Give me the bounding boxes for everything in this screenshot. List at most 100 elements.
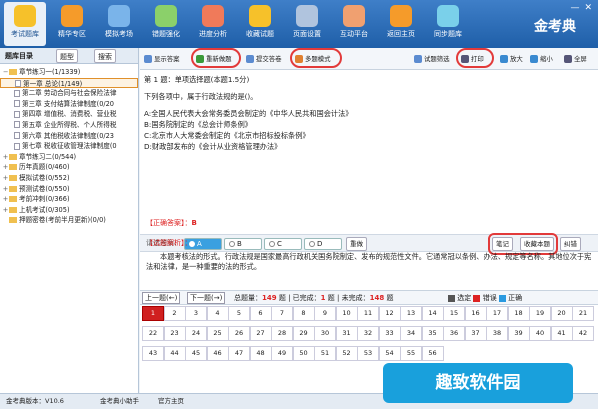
nav-book[interactable]: 考试题库 (4, 2, 46, 46)
question-number-cell[interactable]: 52 (335, 346, 358, 361)
assistant-link[interactable]: 金考典小助手 (100, 394, 139, 409)
tree-item[interactable]: 第七章 税收征收管理法律制度(0 (0, 141, 138, 152)
close-icon[interactable]: ✕ (584, 3, 592, 13)
prev-button[interactable]: 上一题(←) (142, 292, 181, 304)
filter-button[interactable]: 试题筛选 (412, 52, 452, 66)
fullscreen-button[interactable]: 全屏 (562, 52, 589, 66)
question-number-cell[interactable]: 46 (206, 346, 229, 361)
question-number-cell[interactable]: 22 (142, 326, 164, 341)
expand-toggle-icon[interactable]: + (2, 184, 9, 195)
expand-toggle-icon[interactable]: + (2, 205, 9, 216)
question-number-cell[interactable]: 32 (357, 326, 379, 341)
submit-button[interactable]: 提交答卷 (244, 52, 284, 66)
tree-item[interactable]: − 章节练习一(1/1339) (0, 67, 138, 78)
question-number-cell[interactable]: 36 (443, 326, 465, 341)
nav-monitor[interactable]: 模拟考场 (98, 2, 140, 46)
zoom-in-button[interactable]: 放大 (498, 52, 525, 66)
tab-search[interactable]: 搜索 (94, 49, 116, 63)
tree-item[interactable]: 押题密卷(考前半月更新)(0/0) (0, 215, 138, 226)
question-number-cell[interactable]: 56 (421, 346, 444, 361)
question-number-cell[interactable]: 20 (550, 306, 573, 321)
question-number-cell[interactable]: 28 (271, 326, 293, 341)
tab-type[interactable]: 题型 (56, 49, 78, 63)
question-number-cell[interactable]: 39 (507, 326, 530, 341)
tree-item[interactable]: 第二章 劳动合同与社会保险法律 (0, 88, 138, 99)
expand-toggle-icon[interactable]: + (2, 194, 9, 205)
question-number-cell[interactable]: 47 (228, 346, 250, 361)
nav-chart[interactable]: 进度分析 (192, 2, 234, 46)
nav-play[interactable]: 精华专区 (51, 2, 93, 46)
question-number-cell[interactable]: 5 (228, 306, 250, 321)
question-number-cell[interactable]: 41 (550, 326, 573, 341)
question-number-cell[interactable]: 15 (443, 306, 465, 321)
question-number-cell[interactable]: 24 (185, 326, 207, 341)
question-number-cell[interactable]: 23 (163, 326, 186, 341)
question-number-cell[interactable]: 7 (271, 306, 293, 321)
question-number-cell[interactable]: 26 (228, 326, 250, 341)
question-number-cell[interactable]: 12 (378, 306, 401, 321)
question-number-cell[interactable]: 35 (421, 326, 444, 341)
zoom-out-button[interactable]: 缩小 (528, 52, 555, 66)
question-number-cell[interactable]: 21 (572, 306, 594, 321)
tree-item[interactable]: 第五章 企业所得税、个人所得税 (0, 120, 138, 131)
question-number-cell[interactable]: 30 (314, 326, 336, 341)
question-number-cell[interactable]: 29 (292, 326, 315, 341)
tree-item[interactable]: + 预测试卷(0/550) (0, 184, 138, 195)
question-number-cell[interactable]: 45 (185, 346, 207, 361)
question-number-cell[interactable]: 9 (314, 306, 336, 321)
tree-item[interactable]: + 模拟试卷(0/552) (0, 173, 138, 184)
question-number-cell[interactable]: 10 (335, 306, 358, 321)
question-number-cell[interactable]: 42 (572, 326, 594, 341)
question-number-cell[interactable]: 33 (378, 326, 401, 341)
tree-item[interactable]: 第三章 支付结算法律制度(0/20 (0, 99, 138, 110)
question-number-cell[interactable]: 16 (464, 306, 487, 321)
question-number-cell[interactable]: 40 (529, 326, 551, 341)
expand-toggle-icon[interactable]: + (2, 173, 9, 184)
tree-item[interactable]: 第四章 增值税、消费税、营业税 (0, 109, 138, 120)
nav-home[interactable]: 返回主页 (380, 2, 422, 46)
question-number-cell[interactable]: 27 (249, 326, 272, 341)
question-number-cell[interactable]: 19 (529, 306, 551, 321)
question-number-cell[interactable]: 49 (271, 346, 293, 361)
official-home-link[interactable]: 官方主页 (158, 394, 184, 409)
question-number-cell[interactable]: 48 (249, 346, 272, 361)
question-number-cell[interactable]: 50 (292, 346, 315, 361)
next-button[interactable]: 下一题(→) (187, 292, 226, 304)
question-number-cell[interactable]: 14 (421, 306, 444, 321)
show-answer-button[interactable]: 显示答案 (142, 52, 182, 66)
question-number-cell[interactable]: 18 (507, 306, 530, 321)
question-number-cell[interactable]: 55 (400, 346, 422, 361)
question-number-cell[interactable]: 4 (206, 306, 229, 321)
question-number-cell[interactable]: 43 (142, 346, 164, 361)
question-number-cell[interactable]: 17 (486, 306, 508, 321)
question-number-cell[interactable]: 31 (335, 326, 358, 341)
tree-item[interactable]: + 章节练习二(0/544) (0, 152, 138, 163)
tree-item[interactable]: + 上机考试(0/305) (0, 205, 138, 216)
question-number-cell[interactable]: 11 (357, 306, 379, 321)
minimize-icon[interactable]: — (570, 3, 579, 13)
question-number-cell[interactable]: 54 (378, 346, 401, 361)
nav-people[interactable]: 互动平台 (333, 2, 375, 46)
tree-item[interactable]: 第一章 总论(1/149) (0, 77, 138, 89)
expand-toggle-icon[interactable]: − (2, 67, 9, 78)
nav-stack[interactable]: 错题强化 (145, 2, 187, 46)
question-number-cell[interactable]: 53 (357, 346, 379, 361)
tab-catalog[interactable]: 题库目录 (2, 49, 36, 63)
question-number-cell[interactable]: 37 (464, 326, 487, 341)
nav-star[interactable]: 收藏试题 (239, 2, 281, 46)
question-number-cell[interactable]: 2 (163, 306, 186, 321)
nav-gear[interactable]: 页面设置 (286, 2, 328, 46)
tree-item[interactable]: + 历年真题(0/460) (0, 162, 138, 173)
question-number-cell[interactable]: 3 (185, 306, 207, 321)
question-number-cell[interactable]: 25 (206, 326, 229, 341)
expand-toggle-icon[interactable]: + (2, 162, 9, 173)
tree-item[interactable]: 第六章 其他税收法律制度(0/23 (0, 131, 138, 142)
question-number-cell[interactable]: 34 (400, 326, 422, 341)
question-number-cell[interactable]: 44 (163, 346, 186, 361)
expand-toggle-icon[interactable]: + (2, 152, 9, 163)
question-number-cell[interactable]: 51 (314, 346, 336, 361)
nav-cloud-sync[interactable]: 同步题库 (427, 2, 469, 46)
question-number-cell[interactable]: 1 (142, 306, 164, 321)
question-number-cell[interactable]: 38 (486, 326, 508, 341)
question-number-cell[interactable]: 13 (400, 306, 422, 321)
